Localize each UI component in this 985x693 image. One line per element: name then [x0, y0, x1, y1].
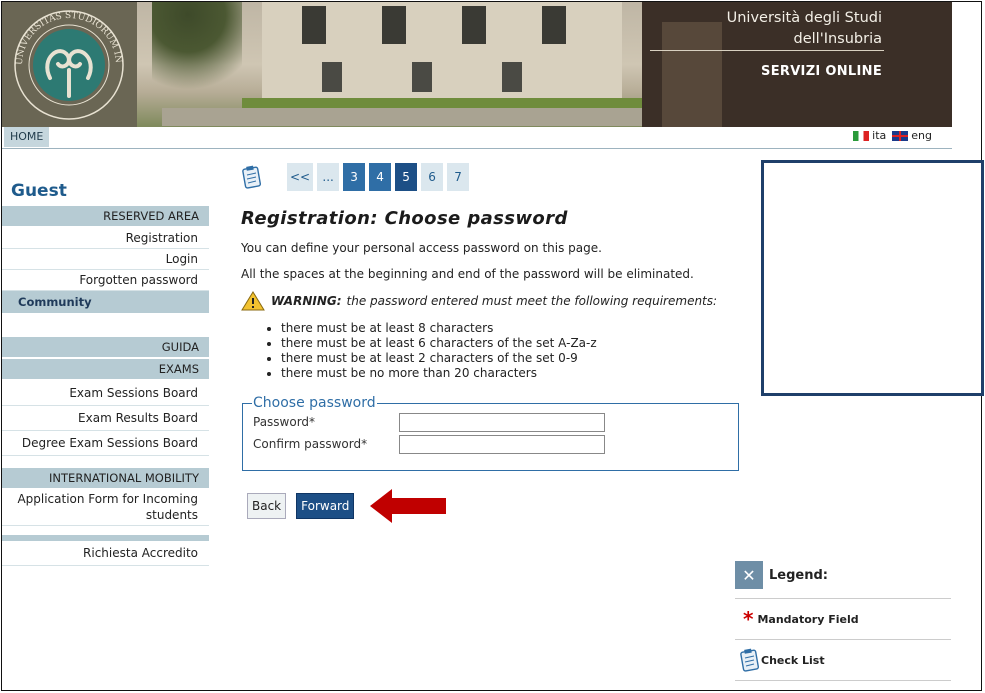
university-name: Università degli Studi dell'Insubria — [727, 8, 882, 50]
pager-step-5-current: 5 — [395, 163, 418, 191]
checklist-icon[interactable] — [241, 165, 263, 189]
red-arrow-annotation — [370, 489, 447, 523]
home-link[interactable]: HOME — [4, 127, 50, 147]
university-logo: UNIVERSITAS STUDIORUM INSUBRIAE — [10, 8, 124, 120]
pager-ellipsis[interactable]: ... — [317, 163, 340, 191]
pager-step-6: 6 — [421, 163, 444, 191]
sidebar: Guest RESERVED AREA Registration Login F… — [2, 180, 209, 566]
warning-label: WARNING: — [271, 294, 342, 308]
legend-checklist: Check List — [735, 640, 951, 681]
password-row: Password* — [253, 411, 728, 433]
warning-text: the password entered must meet the follo… — [346, 294, 718, 308]
pin-icon: ✕ — [735, 561, 763, 589]
sidebar-item-degree-exam-sessions-board[interactable]: Degree Exam Sessions Board — [2, 431, 209, 456]
lang-eng-link[interactable]: eng — [892, 129, 932, 142]
sidebar-section-international-mobility: INTERNATIONAL MOBILITY — [2, 468, 209, 488]
sidebar-item-forgotten-password[interactable]: Forgotten password — [2, 270, 209, 291]
pager-first[interactable]: << — [287, 163, 314, 191]
requirement-item: there must be no more than 20 characters — [281, 366, 741, 381]
pager-step-4[interactable]: 4 — [369, 163, 392, 191]
form-buttons: Back Forward — [247, 487, 741, 525]
legend-title: Legend: — [769, 567, 828, 583]
lang-ita-link[interactable]: ita — [853, 129, 886, 142]
intro-text-1: You can define your personal access pass… — [241, 241, 602, 255]
sidebar-item-registration[interactable]: Registration — [2, 228, 209, 249]
user-name: Guest — [11, 181, 67, 201]
annotation-box — [761, 160, 984, 396]
pager-step-7: 7 — [447, 163, 470, 191]
legend-panel: ✕ Legend: * Mandatory Field Check List — [735, 558, 951, 681]
sidebar-section-exams: EXAMS — [2, 359, 209, 379]
top-navbar: HOME ita eng — [2, 127, 952, 149]
password-input[interactable] — [399, 412, 605, 432]
wizard-pager: << ... 3 4 5 6 7 — [241, 160, 741, 194]
pager-step-3[interactable]: 3 — [343, 163, 366, 191]
banner-bench — [162, 108, 682, 126]
legend-checklist-label: Check List — [761, 653, 825, 667]
checklist-icon — [740, 648, 760, 672]
page-title: Registration: Choose password — [241, 208, 568, 229]
sidebar-section-reserved-area: RESERVED AREA — [2, 206, 209, 226]
banner-arch — [662, 22, 722, 127]
asterisk-icon: * — [743, 607, 754, 631]
sidebar-item-exam-results-board[interactable]: Exam Results Board — [2, 406, 209, 431]
sidebar-item-application-form[interactable]: Application Form for Incoming students — [2, 490, 209, 526]
uk-flag-icon — [892, 131, 909, 141]
requirements-list: there must be at least 8 characters ther… — [241, 321, 741, 381]
confirm-password-label: Confirm password* — [253, 437, 368, 451]
back-button[interactable]: Back — [247, 493, 287, 519]
warning-icon — [241, 291, 265, 311]
servizi-online-label: SERVIZI ONLINE — [761, 64, 882, 79]
sidebar-item-community[interactable]: Community — [2, 291, 209, 313]
requirement-item: there must be at least 6 characters of t… — [281, 336, 741, 351]
intro-text-2: All the spaces at the beginning and end … — [241, 267, 694, 281]
banner-building — [262, 2, 622, 102]
choose-password-fieldset: Choose password Password* Confirm passwo… — [242, 395, 739, 471]
fieldset-legend: Choose password — [253, 395, 376, 411]
sidebar-item-login[interactable]: Login — [2, 249, 209, 270]
requirement-item: there must be at least 8 characters — [281, 321, 741, 336]
application-form-line1: Application Form for Incoming — [17, 492, 198, 506]
university-name-line1: Università degli Studi — [726, 10, 882, 26]
legend-mandatory: * Mandatory Field — [735, 599, 951, 640]
sidebar-section-guida[interactable]: GUIDA — [2, 337, 209, 357]
confirm-password-input[interactable] — [399, 434, 605, 454]
italy-flag-icon — [853, 131, 870, 141]
header-banner: UNIVERSITAS STUDIORUM INSUBRIAE Universi… — [2, 2, 952, 127]
header-divider — [650, 50, 884, 51]
application-form-line2: students — [145, 508, 198, 522]
password-label: Password* — [253, 415, 316, 429]
warning-message: WARNING: the password entered must meet … — [241, 291, 741, 311]
sidebar-item-richiesta-accredito[interactable]: Richiesta Accredito — [2, 541, 209, 566]
forward-button[interactable]: Forward — [296, 493, 355, 519]
main-content: << ... 3 4 5 6 7 Registration: Choose pa… — [241, 160, 741, 525]
university-name-line2: dell'Insubria — [793, 31, 882, 47]
language-switcher: ita eng — [853, 129, 932, 142]
legend-header: ✕ Legend: — [735, 558, 951, 599]
legend-mandatory-label: Mandatory Field — [757, 612, 859, 626]
confirm-password-row: Confirm password* — [253, 433, 728, 455]
sidebar-item-exam-sessions-board[interactable]: Exam Sessions Board — [2, 381, 209, 406]
requirement-item: there must be at least 2 characters of t… — [281, 351, 741, 366]
